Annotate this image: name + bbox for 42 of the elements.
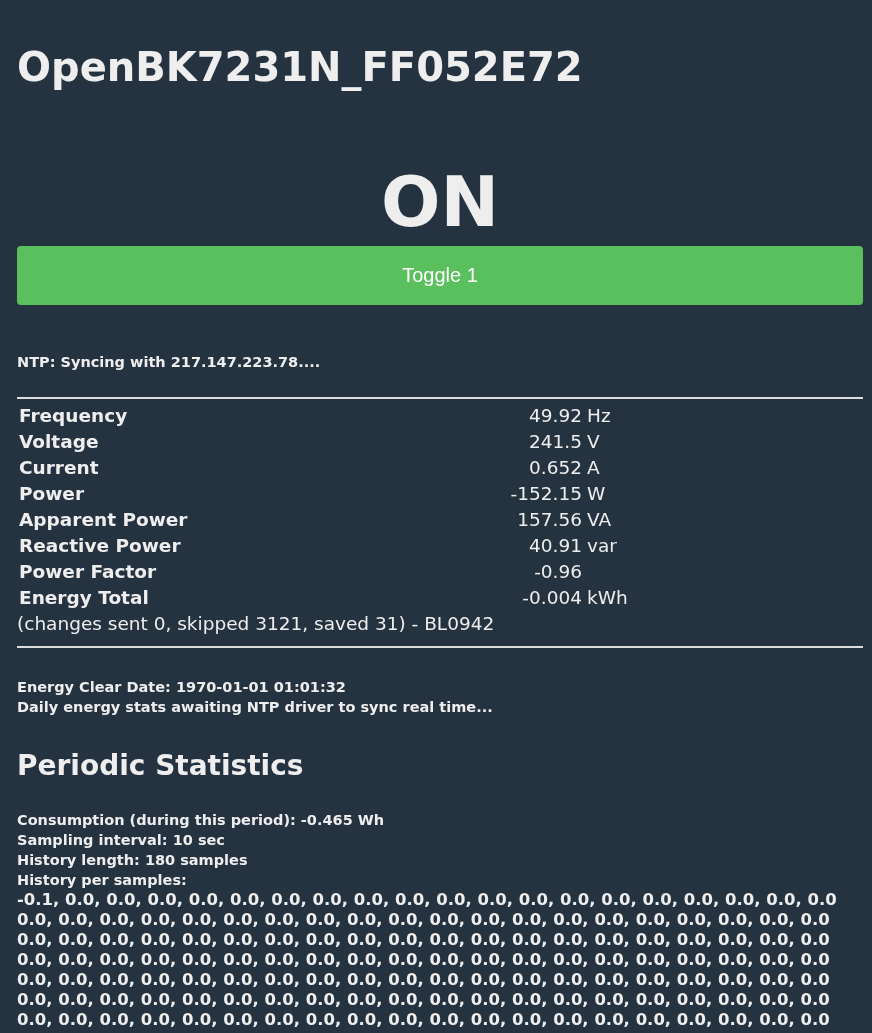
measurement-unit: V (587, 430, 601, 454)
measurement-unit: A (587, 456, 601, 480)
energy-info-text: Daily energy stats awaiting NTP driver to sync real time... (17, 698, 494, 717)
section-heading: Periodic Statistics (17, 749, 305, 783)
history-values: -0.1, 0.0, 0.0, 0.0, 0.0, 0.0, 0.0, 0.0, 0.0, 0.0, 0.0, 0.0, 0.0, 0.0, 0.0, 0.0, 0.0, 0.0, 0.0, 0.0 (17, 890, 838, 910)
stats-text: Consumption (during this period): -0.465 Wh (17, 811, 386, 830)
ntp-status: NTP: Syncing with 217.147.223.78.... (17, 353, 322, 372)
relay-state: ON (379, 162, 501, 242)
device-title: OpenBK7231N_FF052E72 (17, 43, 584, 93)
measurement-value: -0.96 (533, 560, 582, 584)
history-values: 0.0, 0.0, 0.0, 0.0, 0.0, 0.0, 0.0, 0.0, 0.0, 0.0, 0.0, 0.0, 0.0, 0.0, 0.0, 0.0, 0.0, 0.0, 0.0, 0.0 (17, 910, 831, 930)
measurement-value: 40.91 (528, 534, 582, 558)
measurement-label: Power (19, 482, 86, 506)
measurement-value: 49.92 (528, 404, 582, 428)
measurement-unit: Hz (587, 404, 612, 428)
measurement-unit: kWh (587, 586, 629, 610)
stats-text: Sampling interval: 10 sec (17, 831, 226, 850)
stats-text: History length: 180 samples (17, 851, 249, 870)
measurement-value: 157.56 (516, 508, 582, 532)
measurement-value: -152.15 (509, 482, 582, 506)
measurement-label: Energy Total (19, 586, 150, 610)
measurement-value: 0.652 (528, 456, 582, 480)
history-values: 0.0, 0.0, 0.0, 0.0, 0.0, 0.0, 0.0, 0.0, 0.0, 0.0, 0.0, 0.0, 0.0, 0.0, 0.0, 0.0, 0.0, 0.0, 0.0, 0.0 (17, 1010, 831, 1030)
measurement-value: -0.004 (521, 586, 582, 610)
history-values: 0.0, 0.0, 0.0, 0.0, 0.0, 0.0, 0.0, 0.0, 0.0, 0.0, 0.0, 0.0, 0.0, 0.0, 0.0, 0.0, 0.0, 0.0, 0.0, 0.0 (17, 950, 831, 970)
measurement-value: 241.5 (528, 430, 582, 454)
measurement-unit: var (587, 534, 618, 558)
toggle-button[interactable]: Toggle 1 (17, 246, 863, 305)
measurement-label: Reactive Power (19, 534, 182, 558)
history-values: 0.0, 0.0, 0.0, 0.0, 0.0, 0.0, 0.0, 0.0, 0.0, 0.0, 0.0, 0.0, 0.0, 0.0, 0.0, 0.0, 0.0, 0.0, 0.0, 0.0 (17, 970, 831, 990)
measurement-label: Voltage (19, 430, 100, 454)
measurement-label: Power Factor (19, 560, 158, 584)
energy-note: (changes sent 0, skipped 3121, saved 31) - BL0942 (17, 612, 496, 636)
history-values: 0.0, 0.0, 0.0, 0.0, 0.0, 0.0, 0.0, 0.0, 0.0, 0.0, 0.0, 0.0, 0.0, 0.0, 0.0, 0.0, 0.0, 0.0, 0.0, 0.0 (17, 930, 831, 950)
measurement-unit: W (587, 482, 607, 506)
energy-info-text: Energy Clear Date: 1970-01-01 01:01:32 (17, 678, 347, 697)
measurement-label: Current (19, 456, 100, 480)
history-values: 0.0, 0.0, 0.0, 0.0, 0.0, 0.0, 0.0, 0.0, 0.0, 0.0, 0.0, 0.0, 0.0, 0.0, 0.0, 0.0, 0.0, 0.0, 0.0, 0.0 (17, 990, 831, 1010)
measurement-label: Apparent Power (19, 508, 189, 532)
measurement-unit: VA (587, 508, 613, 532)
stats-text: History per samples: (17, 871, 188, 890)
measurement-label: Frequency (19, 404, 129, 428)
